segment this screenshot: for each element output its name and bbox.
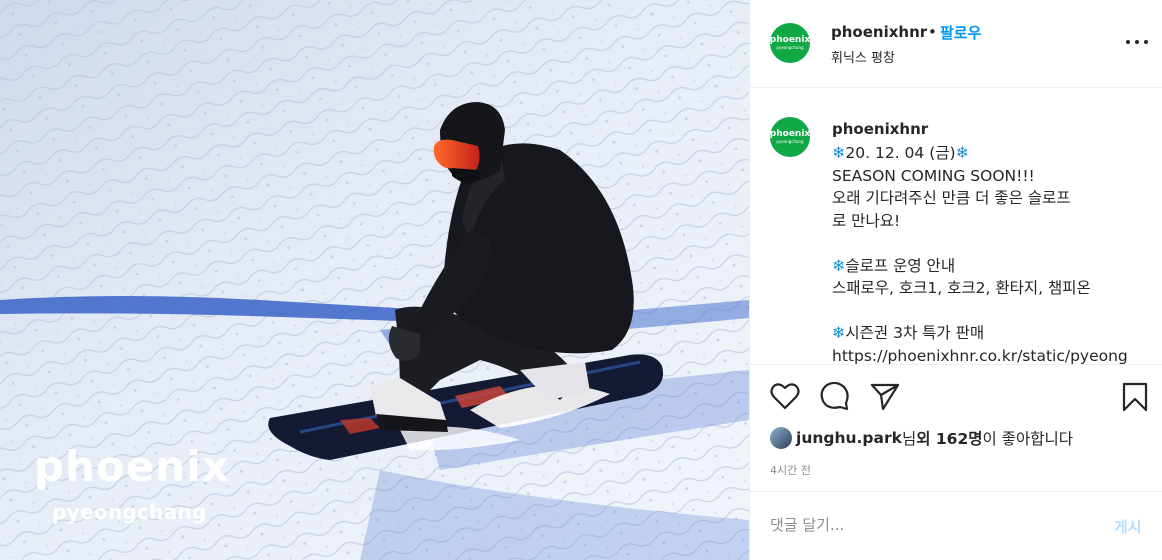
header-separator: • (928, 23, 937, 41)
likes-suffix-2: 이 좋아합니다 (982, 430, 1074, 448)
caption-line: ❄시즌권 3차 특가 판매 (832, 322, 1152, 345)
liker-username-link[interactable]: junghu.park (796, 429, 902, 447)
action-bar (750, 364, 1162, 424)
caption-line: SEASON COMING SOON!!! (832, 165, 1152, 188)
caption-text: ❄20. 12. 04 (금)❄ SEASON COMING SOON!!! 오래 … (832, 142, 1152, 364)
likes-suffix-1: 님 (901, 430, 917, 448)
caption-line-text: 시즌권 3차 특가 판매 (845, 324, 985, 342)
snowflake-icon: ❄ (832, 323, 846, 342)
header-username-link[interactable]: phoenixhnr (831, 23, 927, 41)
snowflake-icon: ❄ (832, 143, 846, 162)
caption-line: 로 만나요! (832, 210, 1152, 233)
avatar-logo-subtext: pyeongchang (776, 45, 804, 50)
more-dot-icon (1126, 40, 1130, 44)
caption-line: ❄20. 12. 04 (금)❄ (832, 142, 1152, 165)
caption-line-text: 스패로우, 호크1, 호크2, 환타지, 챔피온 (832, 279, 1091, 297)
comment-icon[interactable] (820, 382, 850, 412)
caption-line-text: SEASON COMING SOON!!! (832, 166, 1035, 185)
caption-line: 스패로우, 호크1, 호크2, 환타지, 챔피온 (832, 277, 1152, 300)
caption-line (832, 300, 1152, 323)
post-header: phoenix pyeongchang phoenixhnr • 팔로우 휘닉스… (750, 0, 1162, 88)
likes-line: junghu.park 님 외 162명 이 좋아합니다 (770, 425, 1073, 451)
caption-line-text: 슬로프 운영 안내 (845, 256, 956, 275)
caption-username-link[interactable]: phoenixhnr (832, 120, 928, 138)
post-image[interactable]: phoenix pyeongchang (0, 0, 749, 560)
brand-logo-subtitle: pyeongchang (52, 500, 207, 524)
profile-avatar[interactable]: phoenix pyeongchang (770, 23, 810, 63)
comment-box: 게시 (750, 491, 1162, 560)
caption-line-text: 오래 기다려주신 만큼 더 좋은 슬로프 (832, 189, 1071, 207)
more-dot-icon (1135, 40, 1139, 44)
bookmark-icon[interactable] (1122, 382, 1148, 412)
post-side-panel: phoenix pyeongchang phoenixhnr • 팔로우 휘닉스… (749, 0, 1162, 560)
caption-line: ❄슬로프 운영 안내 (832, 255, 1152, 278)
caption-line-text: https://phoenixhnr.co.kr/static/pyeong (832, 346, 1128, 365)
avatar-logo-text: phoenix (769, 35, 811, 45)
comment-input[interactable] (770, 513, 1070, 537)
avatar-logo-text: phoenix (769, 129, 811, 139)
heart-icon[interactable] (770, 382, 800, 410)
more-dot-icon (1144, 40, 1148, 44)
post-timestamp[interactable]: 4시간 전 (770, 462, 811, 478)
caption-area: phoenix pyeongchang phoenixhnr ❄20. 12. … (750, 89, 1162, 364)
caption-line (832, 232, 1152, 255)
liker-avatar[interactable] (770, 427, 792, 449)
more-options-button[interactable] (1126, 32, 1148, 52)
caption-avatar[interactable]: phoenix pyeongchang (770, 117, 810, 157)
share-icon[interactable] (870, 382, 900, 410)
caption-line-text: 로 만나요! (832, 211, 901, 230)
likes-count-link[interactable]: 외 162명 (916, 427, 982, 449)
follow-button[interactable]: 팔로우 (940, 22, 981, 43)
caption-line-text: 20. 12. 04 (금) (845, 144, 956, 162)
caption-line[interactable]: https://phoenixhnr.co.kr/static/pyeong (832, 345, 1152, 365)
caption-line: 오래 기다려주신 만큼 더 좋은 슬로프 (832, 187, 1152, 210)
brand-logo-word: phoenix (34, 442, 230, 491)
avatar-logo-subtext: pyeongchang (776, 139, 804, 144)
location-link[interactable]: 휘닉스 평창 (831, 47, 895, 66)
snowflake-icon: ❄ (955, 143, 969, 162)
brand-watermark: phoenix pyeongchang (34, 442, 230, 525)
snowflake-icon: ❄ (832, 255, 846, 275)
post-comment-button[interactable]: 게시 (1114, 516, 1142, 537)
